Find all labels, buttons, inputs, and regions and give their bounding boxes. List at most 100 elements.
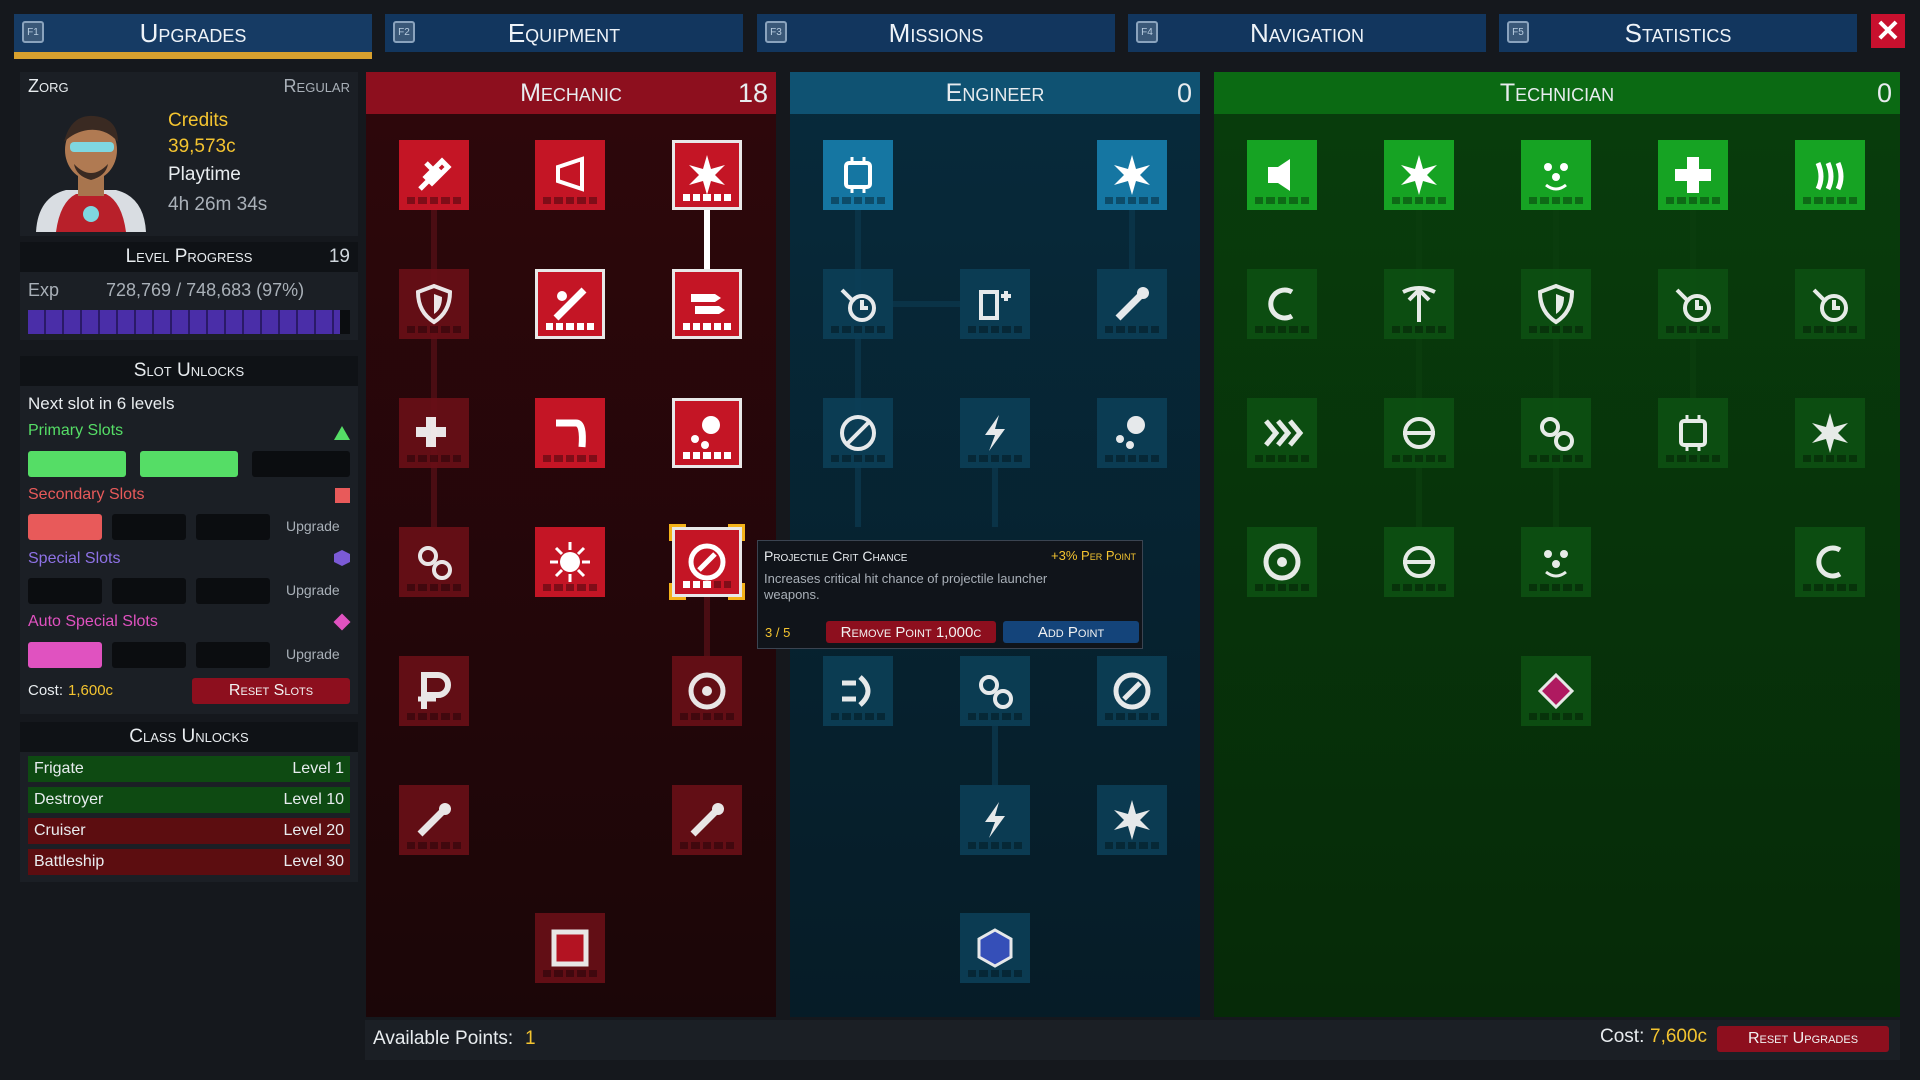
tab-statistics[interactable]: F5 Statistics	[1499, 14, 1857, 52]
available-points-value: 1	[525, 1028, 536, 1049]
engineer-ban-skill-node[interactable]	[823, 398, 893, 468]
technician-ring-skill-node[interactable]	[1247, 527, 1317, 597]
mechanic-wrench-skill-node[interactable]	[672, 785, 742, 855]
rank-pip	[1414, 197, 1424, 204]
tab-navigation-label: Navigation	[1249, 17, 1365, 48]
engineer-target-skill-node[interactable]	[1097, 656, 1167, 726]
tab-upgrades[interactable]: F1 Upgrades	[14, 14, 372, 59]
mechanic-square-skill-node[interactable]	[535, 913, 605, 983]
tab-equipment[interactable]: F2 Equipment	[385, 14, 743, 52]
sun-icon	[550, 542, 590, 582]
remove-point-button[interactable]: Remove Point 1,000c	[826, 621, 996, 643]
engineer-wrench-skill-node[interactable]	[1097, 269, 1167, 339]
tooltip-description: Increases critical hit chance of project…	[764, 571, 1048, 602]
rank-pip	[1127, 326, 1137, 333]
auto-special-upgrade-button[interactable]: Upgrade	[286, 646, 340, 662]
mechanic-sun-skill-node[interactable]	[535, 527, 605, 597]
rank-pips	[1105, 842, 1160, 849]
technician-burst-skill-node[interactable]	[1795, 398, 1865, 468]
primary-slot-1[interactable]	[28, 451, 126, 477]
secondary-upgrade-button[interactable]: Upgrade	[286, 518, 340, 534]
technician-dots-skill-node[interactable]	[1521, 527, 1591, 597]
auto-special-slot-3[interactable]	[196, 642, 270, 668]
secondary-slot-3[interactable]	[196, 514, 270, 540]
mechanic-hook-skill-node[interactable]	[535, 398, 605, 468]
technician-orbit-skill-node[interactable]	[1384, 527, 1454, 597]
engineer-chip-skill-node[interactable]	[823, 140, 893, 210]
mechanic-burst-skill-node[interactable]	[672, 140, 742, 210]
burst-icon	[1114, 800, 1150, 840]
special-slot-1[interactable]	[28, 578, 102, 604]
reset-upgrades-button[interactable]: Reset Upgrades	[1717, 1026, 1889, 1052]
technician-dots-skill-node[interactable]	[1521, 140, 1591, 210]
f3-key-badge: F3	[765, 21, 787, 43]
mechanic-shield-skill-node[interactable]	[399, 269, 469, 339]
technician-diamond-skill-node[interactable]	[1521, 656, 1591, 726]
engineer-clock-skill-node[interactable]	[823, 269, 893, 339]
technician-arc-skill-node[interactable]	[1795, 527, 1865, 597]
secondary-slot-2[interactable]	[112, 514, 186, 540]
engineer-dash-skill-node[interactable]	[823, 656, 893, 726]
mechanic-wrench-skill-node[interactable]	[399, 785, 469, 855]
ban-icon	[840, 415, 876, 451]
engineer-hex-skill-node[interactable]	[960, 913, 1030, 983]
rank-pip	[543, 584, 552, 591]
engineer-skull-skill-node[interactable]	[1097, 398, 1167, 468]
technician-chev-skill-node[interactable]	[1247, 398, 1317, 468]
rank-pip	[990, 326, 1000, 333]
technician-orbit-skill-node[interactable]	[1384, 398, 1454, 468]
technician-clock-skill-node[interactable]	[1658, 269, 1728, 339]
tab-missions[interactable]: F3 Missions	[757, 14, 1115, 52]
engineer-burst-skill-node[interactable]	[1097, 140, 1167, 210]
technician-chip-skill-node[interactable]	[1658, 398, 1728, 468]
technician-burst-skill-node[interactable]	[1384, 140, 1454, 210]
mechanic-tools-skill-node[interactable]	[399, 140, 469, 210]
rank-pip	[1277, 326, 1287, 333]
engineer-battery-skill-node[interactable]	[960, 269, 1030, 339]
close-button[interactable]: ✕	[1871, 14, 1905, 48]
technician-up-skill-node[interactable]	[1384, 269, 1454, 339]
engineer-gears-skill-node[interactable]	[960, 656, 1030, 726]
next-slot-text: Next slot in 6 levels	[28, 394, 175, 413]
add-point-button[interactable]: Add Point	[1003, 621, 1139, 643]
engineer-bolt-skill-node[interactable]	[960, 398, 1030, 468]
mechanic-skull-skill-node[interactable]	[672, 398, 742, 468]
rank-pip	[968, 842, 977, 849]
class-row-battleship: Battleship Level 30	[28, 849, 350, 875]
technician-waves-skill-node[interactable]	[1795, 140, 1865, 210]
special-slot-2[interactable]	[112, 578, 186, 604]
rank-pip	[714, 842, 723, 849]
technician-cross-skill-node[interactable]	[1658, 140, 1728, 210]
technician-clock-skill-node[interactable]	[1795, 269, 1865, 339]
rank-pip	[1677, 455, 1686, 462]
mechanic-cut-skill-node[interactable]	[535, 140, 605, 210]
mechanic-missile-skill-node[interactable]	[535, 269, 605, 339]
engineer-bolt-skill-node[interactable]	[960, 785, 1030, 855]
primary-slot-3[interactable]	[252, 451, 350, 477]
special-slot-3[interactable]	[196, 578, 270, 604]
rank-pip	[1711, 455, 1721, 462]
technician-arc-skill-node[interactable]	[1247, 269, 1317, 339]
technician-gears-skill-node[interactable]	[1521, 398, 1591, 468]
auto-special-slot-2[interactable]	[112, 642, 186, 668]
orbit-icon	[1403, 417, 1435, 449]
special-upgrade-button[interactable]: Upgrade	[286, 582, 340, 598]
primary-slot-2[interactable]	[140, 451, 238, 477]
mechanic-p-skill-node[interactable]	[399, 656, 469, 726]
auto-special-slot-1[interactable]	[28, 642, 102, 668]
plus-icon	[416, 417, 446, 447]
rank-pip	[1540, 455, 1549, 462]
reset-slots-button[interactable]: Reset Slots	[192, 678, 350, 704]
mechanic-plus-skill-node[interactable]	[399, 398, 469, 468]
technician-speaker-skill-node[interactable]	[1247, 140, 1317, 210]
mechanic-bullets-skill-node[interactable]	[672, 269, 742, 339]
tab-navigation[interactable]: F4 Navigation	[1128, 14, 1486, 52]
class-row-frigate: Frigate Level 1	[28, 756, 350, 782]
mechanic-ring-skill-node[interactable]	[672, 656, 742, 726]
technician-shield-skill-node[interactable]	[1521, 269, 1591, 339]
secondary-slot-1[interactable]	[28, 514, 102, 540]
mechanic-gears-skill-node[interactable]	[399, 527, 469, 597]
engineer-burst-skill-node[interactable]	[1097, 785, 1167, 855]
mechanic-target-skill-node[interactable]	[669, 524, 745, 600]
rank-pip	[1666, 455, 1675, 462]
